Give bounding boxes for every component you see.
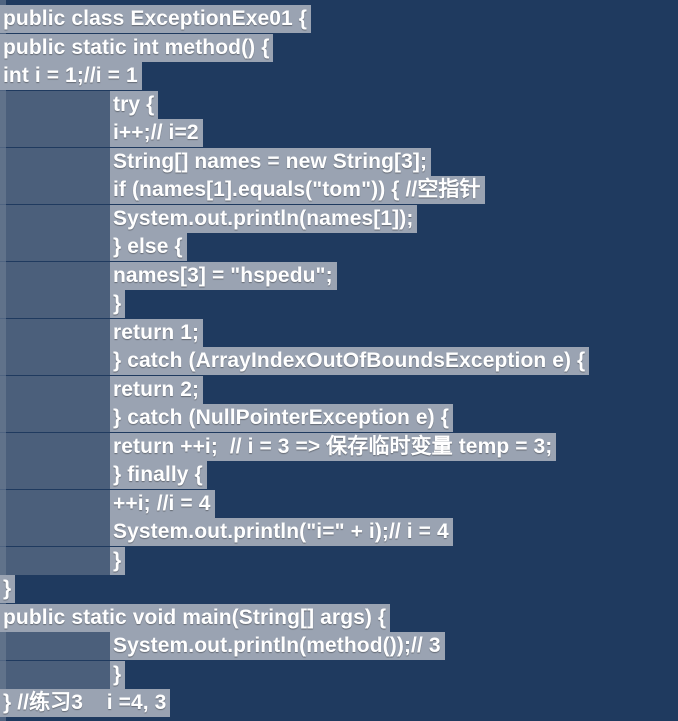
code-text: } finally { xyxy=(110,461,207,489)
code-text: System.out.println("i=" + i);// i = 4 xyxy=(110,518,453,546)
code-line: return 2; xyxy=(0,376,204,404)
code-line: } xyxy=(0,290,126,318)
code-text: i++;// i=2 xyxy=(110,119,203,147)
code-viewer: public class ExceptionExe01 { public sta… xyxy=(0,0,678,721)
code-text: names[3] = "hspedu"; xyxy=(110,262,337,290)
code-line: } xyxy=(0,661,126,689)
code-line: } else { xyxy=(0,233,187,261)
indent xyxy=(0,148,110,176)
indent xyxy=(0,547,110,575)
code-text: public static void main(String[] args) { xyxy=(0,604,391,632)
indent xyxy=(0,290,110,318)
indent xyxy=(0,347,110,375)
indent xyxy=(0,661,110,689)
code-line: return ++i; // i = 3 => 保存临时变量 temp = 3; xyxy=(0,433,557,461)
code-line: } finally { xyxy=(0,461,207,489)
indent xyxy=(0,176,110,204)
indent xyxy=(0,518,110,546)
code-text: } catch (ArrayIndexOutOfBoundsException … xyxy=(110,347,590,375)
indent xyxy=(0,490,110,518)
code-line: System.out.println(names[1]); xyxy=(0,205,418,233)
code-text: } //练习3 i =4, 3 xyxy=(0,689,171,717)
code-line: if (names[1].equals("tom")) { //空指针 xyxy=(0,176,485,204)
code-text: if (names[1].equals("tom")) { //空指针 xyxy=(110,176,485,204)
code-line: try { xyxy=(0,91,159,119)
code-text: } else { xyxy=(110,233,187,261)
code-text: System.out.println(method());// 3 xyxy=(110,632,445,660)
indent xyxy=(0,433,110,461)
code-text: } xyxy=(110,290,126,318)
code-text: public static int method() { xyxy=(0,34,274,62)
indent xyxy=(0,233,110,261)
code-line: ++i; //i = 4 xyxy=(0,490,215,518)
indent xyxy=(0,376,110,404)
indent xyxy=(0,205,110,233)
code-text: public class ExceptionExe01 { xyxy=(0,5,312,33)
indent xyxy=(0,319,110,347)
code-line: return 1; xyxy=(0,319,204,347)
code-text: ++i; //i = 4 xyxy=(110,490,215,518)
code-line: int i = 1;//i = 1 xyxy=(0,62,142,90)
indent xyxy=(0,119,110,147)
code-line: } catch (NullPointerException e) { xyxy=(0,404,453,432)
code-line: public static void main(String[] args) { xyxy=(0,604,391,632)
indent xyxy=(0,632,110,660)
code-text: return ++i; // i = 3 => 保存临时变量 temp = 3; xyxy=(110,433,557,461)
indent xyxy=(0,91,110,119)
code-line: } xyxy=(0,575,16,603)
code-line: names[3] = "hspedu"; xyxy=(0,262,337,290)
code-text: } catch (NullPointerException e) { xyxy=(110,404,453,432)
indent xyxy=(0,262,110,290)
code-line: public class ExceptionExe01 { xyxy=(0,5,312,33)
code-text: int i = 1;//i = 1 xyxy=(0,62,142,90)
code-text: } xyxy=(110,661,126,689)
code-text: return 2; xyxy=(110,376,204,404)
indent xyxy=(0,404,110,432)
code-text: } xyxy=(0,575,16,603)
code-text: } xyxy=(110,547,126,575)
indent xyxy=(0,461,110,489)
code-text: return 1; xyxy=(110,319,204,347)
code-text: String[] names = new String[3]; xyxy=(110,148,432,176)
code-line: public static int method() { xyxy=(0,34,274,62)
code-text: System.out.println(names[1]); xyxy=(110,205,418,233)
code-line: System.out.println(method());// 3 xyxy=(0,632,445,660)
code-line: String[] names = new String[3]; xyxy=(0,148,432,176)
code-line: System.out.println("i=" + i);// i = 4 xyxy=(0,518,453,546)
code-line: i++;// i=2 xyxy=(0,119,203,147)
code-line: } xyxy=(0,547,126,575)
code-line: } catch (ArrayIndexOutOfBoundsException … xyxy=(0,347,590,375)
code-line: } //练习3 i =4, 3 xyxy=(0,689,171,717)
code-text: try { xyxy=(110,91,159,119)
